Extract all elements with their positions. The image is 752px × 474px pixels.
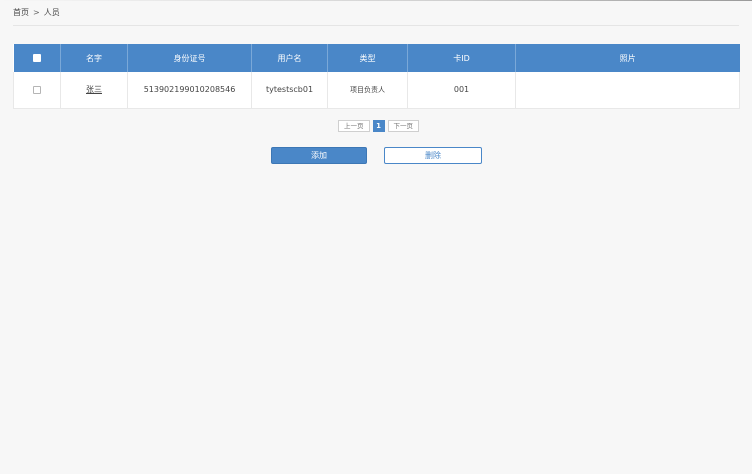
current-page-number[interactable]: 1	[372, 120, 385, 132]
table-row: 张三 513902199010208546 tytestscb01 项目负责人 …	[13, 72, 740, 109]
breadcrumb: 首页 > 人员	[13, 8, 60, 18]
prev-page-button[interactable]: 上一页	[338, 120, 370, 132]
breadcrumb-separator: >	[33, 8, 40, 17]
column-header-photo: 照片	[515, 44, 740, 72]
column-header-name: 名字	[60, 44, 128, 72]
row-checkbox[interactable]	[33, 85, 41, 94]
cell-photo	[515, 72, 740, 109]
add-button[interactable]: 添加	[271, 147, 367, 164]
cell-username: tytestscb01	[251, 72, 328, 109]
table-header-row: 名字 身份证号 用户名 类型 卡ID 照片	[13, 44, 740, 72]
select-all-checkbox[interactable]	[32, 54, 41, 62]
cell-type: 项目负责人	[327, 72, 408, 109]
pagination: 上一页 1 下一页	[338, 120, 419, 132]
column-header-card-id: 卡ID	[407, 44, 516, 72]
column-header-id-number: 身份证号	[127, 44, 252, 72]
header-divider	[13, 25, 739, 26]
column-header-type: 类型	[327, 44, 408, 72]
delete-button[interactable]: 删除	[384, 147, 482, 164]
column-header-username: 用户名	[251, 44, 328, 72]
cell-name: 张三	[60, 72, 128, 109]
breadcrumb-current: 人员	[43, 8, 60, 17]
next-page-button[interactable]: 下一页	[387, 120, 419, 132]
person-name-link[interactable]: 张三	[86, 85, 102, 94]
row-select-cell	[13, 72, 61, 109]
cell-id-number: 513902199010208546	[127, 72, 252, 109]
select-all-header	[13, 44, 61, 72]
personnel-table: 名字 身份证号 用户名 类型 卡ID 照片 张三 513902199010208…	[13, 44, 740, 109]
window-top-edge	[0, 0, 752, 1]
breadcrumb-home[interactable]: 首页	[13, 8, 29, 18]
cell-card-id: 001	[407, 72, 516, 109]
